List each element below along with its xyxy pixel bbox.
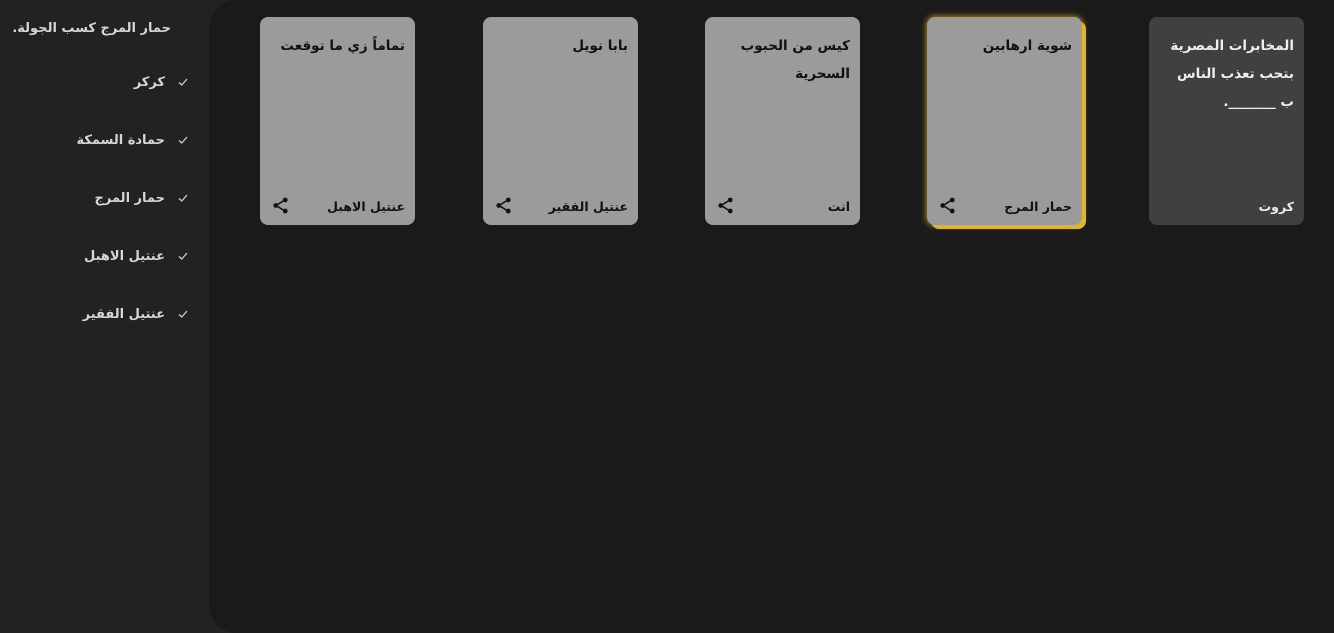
player-list: كركر حمادة السمكة حمار المرج عنتيل الاهب… [19, 73, 189, 363]
sidebar: حمار المرج كسب الجولة. كركر حمادة السمكة… [0, 0, 209, 633]
white-card-owner: انت [827, 199, 850, 214]
white-card-text: بابا نويل [572, 38, 628, 54]
black-card-text: المخابرات المصرية بتحب تعذب الناس ب ____… [1170, 38, 1294, 110]
white-card-winner[interactable]: شوية ارهابين حمار المرج [927, 17, 1082, 225]
player-name: كركر [133, 75, 165, 90]
game-board: المخابرات المصرية بتحب تعذب الناس ب ____… [209, 0, 1334, 633]
check-icon [178, 310, 188, 318]
white-card-text: كيس من الحبوب السحرية [740, 38, 850, 82]
player-item: عنتيل الاهبل [19, 247, 189, 305]
player-name: عنتيل الفقير [82, 307, 165, 322]
white-card-owner: عنتيل الفقير [548, 199, 628, 214]
white-card[interactable]: تماماً زي ما توقعت عنتيل الاهبل [260, 17, 415, 225]
player-item: حمار المرج [19, 189, 189, 247]
white-card[interactable]: بابا نويل عنتيل الفقير [483, 17, 638, 225]
share-icon[interactable] [716, 196, 735, 215]
black-card-deck-label: كروت [1258, 199, 1294, 214]
player-name: عنتيل الاهبل [84, 249, 165, 264]
player-name: حمار المرج [94, 191, 165, 206]
white-card-owner: حمار المرج [1004, 199, 1072, 214]
white-card-owner: عنتيل الاهبل [327, 199, 405, 214]
player-name: حمادة السمكة [76, 133, 165, 148]
round-winner-message: حمار المرج كسب الجولة. [12, 21, 171, 36]
player-item: حمادة السمكة [19, 131, 189, 189]
check-icon [178, 252, 188, 260]
player-item: كركر [19, 73, 189, 131]
player-item: عنتيل الفقير [19, 305, 189, 363]
share-icon[interactable] [271, 196, 290, 215]
white-card-text: تماماً زي ما توقعت [280, 38, 405, 54]
white-card[interactable]: كيس من الحبوب السحرية انت [705, 17, 860, 225]
check-icon [178, 194, 188, 202]
share-icon[interactable] [494, 196, 513, 215]
black-card: المخابرات المصرية بتحب تعذب الناس ب ____… [1149, 17, 1304, 225]
check-icon [178, 136, 188, 144]
share-icon[interactable] [938, 196, 957, 215]
white-card-text: شوية ارهابين [982, 38, 1072, 54]
check-icon [178, 78, 188, 86]
